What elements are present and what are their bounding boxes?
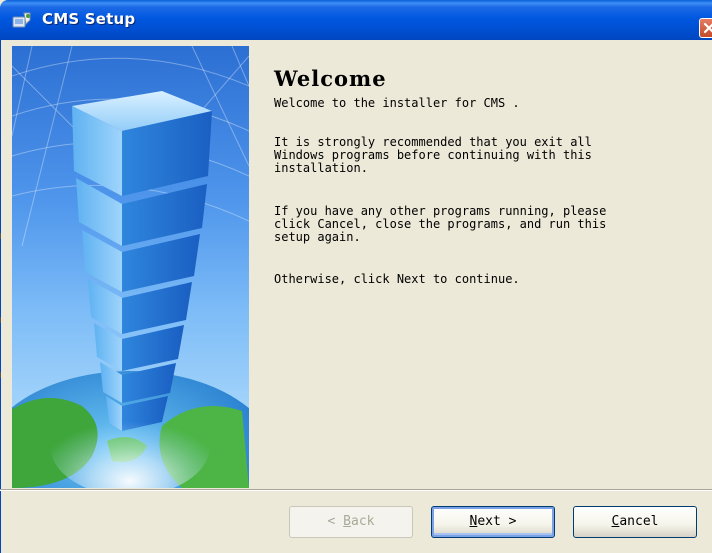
window-title: CMS Setup bbox=[42, 10, 136, 28]
back-button-prefix: < bbox=[327, 514, 344, 529]
installer-icon bbox=[12, 11, 32, 29]
cancel-button-rest: ancel bbox=[619, 514, 659, 529]
intro-text: Welcome to the installer for CMS . bbox=[274, 96, 520, 110]
installer-banner-image bbox=[12, 46, 249, 488]
next-button-rest: ext > bbox=[477, 514, 517, 529]
welcome-heading: Welcome bbox=[274, 66, 387, 91]
next-button[interactable]: Next > bbox=[431, 506, 555, 538]
title-bar[interactable]: CMS Setup bbox=[0, 0, 712, 40]
edge-mark bbox=[0, 372, 4, 378]
back-button-rest: ack bbox=[351, 514, 375, 529]
edge-mark bbox=[0, 233, 4, 239]
welcome-content-pane bbox=[249, 46, 712, 488]
running-programs-text: If you have any other programs running, … bbox=[274, 204, 607, 244]
back-button[interactable]: < Back bbox=[289, 506, 413, 538]
setup-window: CMS Setup Welcome Welcome to the install… bbox=[0, 0, 712, 553]
continue-instruction-text: Otherwise, click Next to continue. bbox=[274, 272, 520, 286]
cancel-button[interactable]: Cancel bbox=[573, 506, 697, 538]
close-icon bbox=[703, 22, 712, 34]
close-button[interactable] bbox=[699, 18, 712, 38]
back-button-accel: B bbox=[343, 514, 351, 529]
button-area-divider bbox=[0, 489, 712, 491]
edge-mark bbox=[0, 317, 4, 323]
recommend-text: It is strongly recommended that you exit… bbox=[274, 135, 592, 175]
